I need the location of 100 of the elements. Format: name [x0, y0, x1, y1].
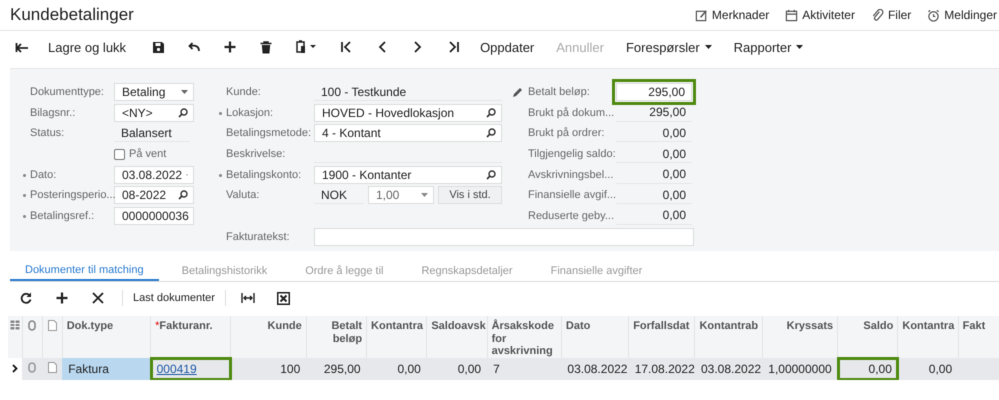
plus-icon: [224, 41, 236, 53]
column-header[interactable]: Forfallsdat: [628, 316, 695, 358]
column-header[interactable]: Saldoavsk: [426, 316, 488, 358]
field-label: Reduserte geby...: [527, 208, 616, 223]
table-cell: 0,00: [426, 358, 488, 380]
search-icon: [178, 108, 188, 118]
boxed-x-icon: [277, 292, 290, 304]
checkbox[interactable]: På vent: [114, 148, 166, 160]
fit-width-icon: [240, 292, 255, 304]
document-icon: [48, 320, 57, 331]
field-label: Valuta:: [225, 188, 260, 202]
note-icon: [694, 8, 708, 22]
back-arrow-icon: [15, 41, 29, 53]
table-cell: 100: [230, 358, 306, 380]
load-documents-button[interactable]: Last dokumenter: [133, 287, 215, 309]
table-cell: 295,00: [306, 358, 367, 380]
field-value: Balansert: [114, 124, 190, 142]
table-cell: 17.08.2022: [628, 358, 695, 380]
column-header[interactable]: Kryssats: [762, 316, 838, 358]
table-cell: 03.08.2022: [561, 358, 629, 380]
search-icon: [486, 108, 496, 118]
lookup-field[interactable]: 1900 - Kontanter: [314, 166, 502, 184]
column-header[interactable]: Betalt beløp: [306, 316, 367, 358]
field-label: Status:: [29, 126, 66, 140]
field-label: Beskrivelse:: [225, 147, 286, 162]
calendar-icon: [785, 8, 798, 22]
invoice-link[interactable]: 000419: [156, 362, 197, 376]
lookup-field[interactable]: <NY>: [114, 104, 194, 122]
search-icon: [178, 190, 188, 200]
header-link[interactable]: Aktiviteter: [785, 8, 855, 22]
amount-value: 0,00: [616, 124, 692, 142]
pencil-icon[interactable]: [512, 87, 523, 98]
field-label: Dokumenttype:: [29, 85, 105, 100]
column-header[interactable]: Kontantrab: [694, 316, 762, 358]
refresh-icon: [20, 292, 32, 304]
field-label: Fakturatekst:: [225, 230, 291, 244]
field-label: Betalt beløp:: [527, 85, 591, 100]
column-header[interactable]: Saldo: [838, 316, 898, 358]
lookup-field[interactable]: 08-2022: [114, 186, 194, 204]
lookup-field[interactable]: 4 - Kontant: [314, 124, 502, 142]
header-link[interactable]: Merknader: [694, 8, 770, 22]
toolbar-button[interactable]: Forespørsler: [626, 35, 712, 59]
paperclip-icon: [870, 8, 884, 22]
table-cell: 7: [487, 358, 562, 380]
amount-value: 0,00: [616, 145, 692, 164]
amount-value: 0,00: [616, 206, 692, 225]
column-header[interactable]: Fakt: [958, 316, 999, 358]
field-label: Lokasjon:: [218, 106, 314, 120]
rate-dropdown[interactable]: 1,00: [368, 186, 434, 204]
field-label: Kunde:: [225, 85, 262, 100]
toolbar-button[interactable]: Lagre og lukk: [48, 35, 126, 59]
table-cell: 0,00: [898, 358, 958, 380]
dropdown-field[interactable]: 03.08.2022: [114, 166, 194, 184]
invoice-text-field[interactable]: [314, 228, 694, 246]
header-link[interactable]: Filer: [870, 8, 912, 22]
table-cell: 0,00: [838, 358, 898, 380]
row-indicator-icon: [12, 364, 18, 373]
toolbar-button[interactable]: Oppdater: [480, 35, 534, 59]
column-header[interactable]: Kunde: [230, 316, 306, 358]
lookup-field[interactable]: HOVED - Hovedlokasjon: [314, 104, 502, 122]
column-header[interactable]: Kontantra: [898, 316, 958, 358]
document-icon[interactable]: [48, 362, 57, 373]
trash-icon: [260, 40, 272, 54]
view-base-button[interactable]: Vis i std.: [438, 186, 502, 204]
field-label: Posteringsperio...: [22, 188, 114, 202]
search-icon: [486, 170, 496, 180]
grid-settings-icon[interactable]: [10, 320, 20, 330]
table-cell: 03.08.2022: [694, 358, 762, 380]
save-icon: [152, 40, 165, 54]
field-label: Betalingsmetode:: [225, 126, 312, 140]
undo-icon: [187, 41, 202, 53]
chevron-left-icon: [377, 41, 388, 53]
field-label: Finansielle avgif...: [527, 188, 616, 202]
amount-value: 295,00: [616, 104, 692, 122]
column-header[interactable]: Årsakskode for avskrivning: [487, 316, 562, 358]
input-field[interactable]: 0000000036: [114, 206, 194, 225]
field-label: Avskrivningsbel...: [527, 168, 614, 182]
first-icon: [340, 41, 352, 53]
field-label: Betalingskonto:: [218, 168, 314, 182]
column-header[interactable]: *Fakturanr.: [150, 316, 231, 358]
caret-icon: [421, 193, 428, 198]
table-cell: 1,00000000: [762, 358, 838, 380]
search-icon: [486, 128, 496, 138]
paperclip-icon: [28, 320, 36, 331]
header-link[interactable]: Meldinger: [927, 8, 997, 22]
field-label: Brukt på dokum...: [527, 106, 616, 120]
table-cell: 0,00: [366, 358, 427, 380]
field-label: Tilgjengelig saldo:: [527, 147, 616, 162]
field-label: Dato:: [22, 168, 114, 182]
tab[interactable]: Dokumenter til matching: [10, 261, 159, 281]
column-header[interactable]: Dato: [561, 316, 629, 358]
toolbar-button[interactable]: Rapporter: [734, 35, 804, 59]
column-header[interactable]: Dok.type: [62, 316, 151, 358]
column-header[interactable]: Kontantra: [366, 316, 427, 358]
dropdown-field[interactable]: Betaling: [114, 83, 194, 102]
caret-icon: [796, 45, 804, 49]
paperclip-icon[interactable]: [28, 362, 36, 373]
amount-value: 0,00: [616, 166, 692, 184]
close-icon: [92, 292, 104, 304]
field-label: Bilagsnr.:: [29, 106, 76, 120]
